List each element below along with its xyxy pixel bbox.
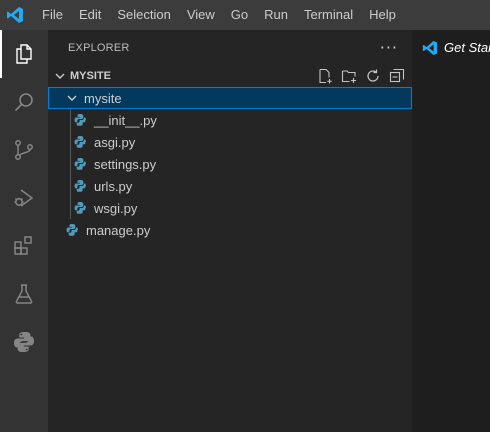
folder-label: mysite — [84, 90, 122, 106]
editor-area: Get Started — [412, 30, 490, 432]
menu-terminal[interactable]: Terminal — [296, 0, 361, 30]
tree-folder-mysite[interactable]: mysite — [48, 87, 412, 109]
explorer-sidebar: EXPLORER ··· MYSITE mysite __init__.py a… — [48, 30, 412, 432]
file-label: manage.py — [86, 222, 151, 238]
search-icon[interactable] — [0, 78, 48, 126]
menu-run[interactable]: Run — [256, 0, 296, 30]
python-file-icon — [72, 200, 88, 216]
section-actions — [316, 65, 406, 87]
indent-guide — [70, 131, 71, 153]
tab-label: Get Started — [444, 40, 490, 55]
workspace-title: MYSITE — [70, 70, 111, 82]
file-label: wsgi.py — [94, 200, 138, 216]
vscode-logo-icon — [422, 40, 438, 56]
python-icon[interactable] — [0, 318, 48, 366]
menu-view[interactable]: View — [179, 0, 223, 30]
tree-file-wsgi[interactable]: wsgi.py — [48, 197, 412, 219]
new-folder-icon[interactable] — [340, 67, 358, 85]
tree-file-urls[interactable]: urls.py — [48, 175, 412, 197]
python-file-icon — [72, 134, 88, 150]
menu-bar: File Edit Selection View Go Run Terminal… — [34, 0, 404, 30]
extensions-icon[interactable] — [0, 222, 48, 270]
chevron-down-icon — [64, 90, 80, 106]
chevron-down-icon — [52, 68, 68, 84]
explorer-header: EXPLORER ··· — [48, 30, 412, 65]
tree-file-manage[interactable]: manage.py — [48, 219, 412, 241]
python-file-icon — [72, 178, 88, 194]
collapse-all-icon[interactable] — [388, 67, 406, 85]
file-label: asgi.py — [94, 134, 136, 150]
menu-selection[interactable]: Selection — [109, 0, 178, 30]
source-control-icon[interactable] — [0, 126, 48, 174]
menu-edit[interactable]: Edit — [71, 0, 109, 30]
more-actions-icon[interactable]: ··· — [380, 39, 398, 55]
tree-file-asgi[interactable]: asgi.py — [48, 131, 412, 153]
menu-help[interactable]: Help — [361, 0, 404, 30]
file-label: settings.py — [94, 156, 157, 172]
file-label: __init__.py — [94, 112, 157, 128]
python-file-icon — [72, 156, 88, 172]
tree-file-settings[interactable]: settings.py — [48, 153, 412, 175]
file-label: urls.py — [94, 178, 133, 194]
indent-guide — [70, 109, 71, 131]
run-debug-icon[interactable] — [0, 174, 48, 222]
new-file-icon[interactable] — [316, 67, 334, 85]
python-file-icon — [64, 222, 80, 238]
indent-guide — [70, 153, 71, 175]
indent-guide — [70, 197, 71, 219]
vscode-logo-icon — [0, 0, 30, 30]
menu-file[interactable]: File — [34, 0, 71, 30]
testing-flask-icon[interactable] — [0, 270, 48, 318]
refresh-icon[interactable] — [364, 67, 382, 85]
tab-get-started[interactable]: Get Started — [412, 30, 490, 65]
python-file-icon — [72, 112, 88, 128]
menu-go[interactable]: Go — [223, 0, 256, 30]
activity-bar — [0, 30, 48, 432]
title-bar: File Edit Selection View Go Run Terminal… — [0, 0, 490, 30]
workspace-section-header[interactable]: MYSITE — [48, 65, 412, 87]
indent-guide — [70, 175, 71, 197]
tree-file-init[interactable]: __init__.py — [48, 109, 412, 131]
explorer-title: EXPLORER — [68, 41, 130, 54]
explorer-icon[interactable] — [0, 30, 48, 78]
